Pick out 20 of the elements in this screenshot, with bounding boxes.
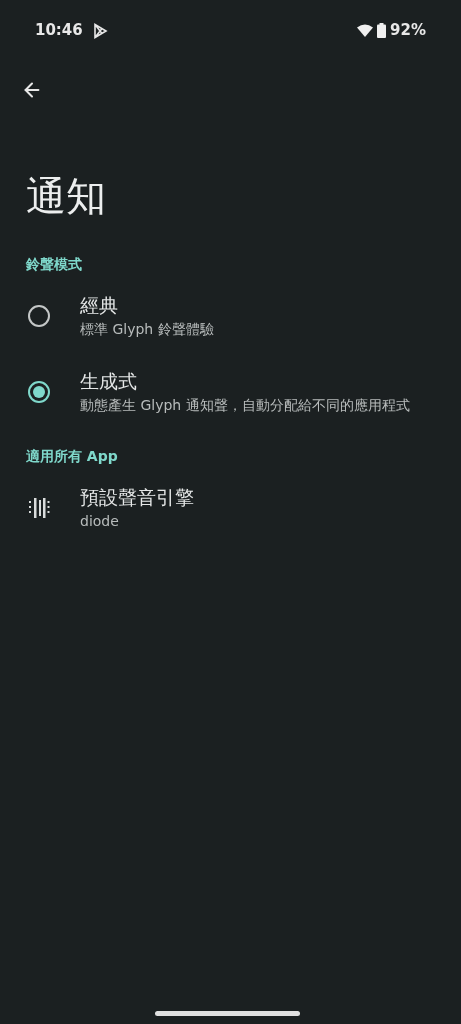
setting-subtitle: 動態產生 Glyph 通知聲，自動分配給不同的應用程式 bbox=[80, 396, 410, 415]
setting-title: 預設聲音引擎 bbox=[80, 485, 194, 510]
wifi-icon bbox=[357, 24, 374, 37]
setting-title: 生成式 bbox=[80, 369, 138, 394]
section-header: 適用所有 App bbox=[26, 447, 118, 466]
page-title: 通知 bbox=[26, 172, 106, 220]
radio-button[interactable] bbox=[28, 305, 50, 327]
battery-icon bbox=[377, 23, 387, 38]
setting-title: 經典 bbox=[80, 293, 119, 318]
status-time: 10:46 bbox=[35, 20, 83, 42]
sound-bars-icon bbox=[28, 497, 50, 519]
section-header: 鈴聲模式 bbox=[26, 255, 82, 274]
setting-subtitle: diode bbox=[80, 512, 120, 531]
battery-percent: 92% bbox=[390, 20, 426, 42]
play-store-icon bbox=[92, 22, 108, 39]
setting-row[interactable]: 生成式 動態產生 Glyph 通知聲，自動分配給不同的應用程式 bbox=[0, 368, 461, 416]
radio-button-selected[interactable] bbox=[28, 381, 50, 403]
setting-subtitle: 標準 Glyph 鈴聲體驗 bbox=[80, 320, 214, 339]
setting-row[interactable]: 預設聲音引擎 diode bbox=[0, 484, 461, 532]
setting-row[interactable]: 經典 標準 Glyph 鈴聲體驗 bbox=[0, 292, 461, 340]
